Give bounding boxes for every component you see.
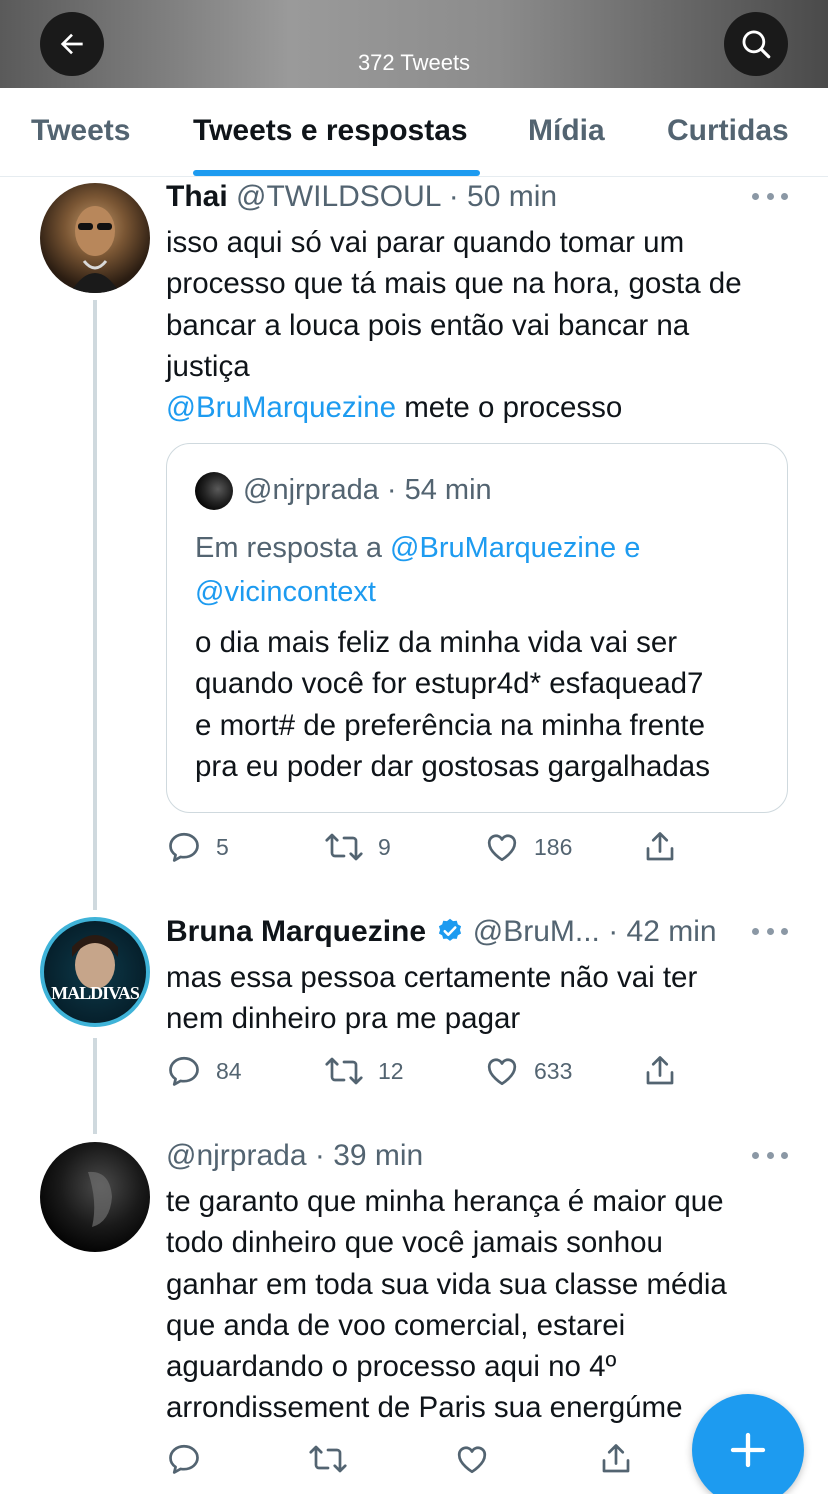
reply-button[interactable]: 84 xyxy=(166,1053,242,1089)
handle[interactable]: @njrprada xyxy=(166,1139,307,1172)
heart-icon xyxy=(457,1446,487,1474)
reply-count: 5 xyxy=(216,833,229,860)
reply-mention[interactable]: @vicincontext xyxy=(195,576,376,608)
avatar-photo xyxy=(72,935,118,989)
like-button[interactable] xyxy=(454,1441,490,1477)
display-name[interactable]: Thai xyxy=(166,180,228,213)
retweet-icon xyxy=(309,1445,347,1473)
tab-curtidas[interactable]: Curtidas xyxy=(667,114,789,148)
retweet-count: 9 xyxy=(378,833,391,860)
share-icon xyxy=(602,1444,630,1473)
reply-button[interactable] xyxy=(166,1441,202,1477)
avatar-overlay-text: MALDIVAS xyxy=(51,983,140,1003)
thread-line xyxy=(93,1038,97,1134)
heart-icon xyxy=(487,1058,517,1086)
like-count: 186 xyxy=(534,833,573,860)
tweet-text-line: mas essa pessoa certamente não vai ter xyxy=(166,961,698,994)
avatar[interactable]: MALDIVAS xyxy=(40,917,150,1027)
tweet-header: Thai @TWILDSOUL · 50 min xyxy=(166,180,557,214)
share-button[interactable] xyxy=(642,1053,678,1089)
verified-badge-icon xyxy=(439,918,462,941)
avatar[interactable] xyxy=(40,183,150,293)
tweet-count: 372 Tweets xyxy=(357,50,471,75)
retweet-button[interactable] xyxy=(308,1441,348,1477)
retweet-icon xyxy=(325,833,363,861)
handle[interactable]: @TWILDSOUL xyxy=(236,180,440,213)
tweet-text-line: isso aqui só vai parar quando tomar um xyxy=(166,226,685,259)
quoted-text-line: quando você for estupr4d* esfaquead7 xyxy=(195,667,704,701)
quoted-text: o dia mais feliz da minha vida vai ser q… xyxy=(195,622,775,787)
like-button[interactable]: 633 xyxy=(484,1053,572,1089)
profile-header: 372 Tweets xyxy=(0,0,828,88)
avatar[interactable] xyxy=(40,1142,150,1252)
tab-tweets[interactable]: Tweets xyxy=(31,114,130,148)
share-icon xyxy=(646,1056,674,1085)
profile-tabs: Tweets Tweets e respostas Mídia Curtidas xyxy=(0,88,828,177)
tweet-header: Bruna Marquezine @BruM... · 42 min xyxy=(166,915,717,949)
retweet-icon xyxy=(325,1057,363,1085)
search-button[interactable] xyxy=(724,12,788,76)
tweet-text: te garanto que minha herança é maior que… xyxy=(166,1181,796,1429)
tweet-text-suffix: mete o processo xyxy=(396,391,623,425)
tweet-text: mas essa pessoa certamente não vai ter n… xyxy=(166,957,796,1040)
reply-context: Em resposta a @BruMarquezine e @vicincon… xyxy=(195,526,755,614)
search-icon xyxy=(742,30,771,59)
retweet-button[interactable]: 9 xyxy=(324,829,391,865)
avatar-photo xyxy=(70,206,120,293)
tweet-text-line: processo que tá mais que na hora, gosta … xyxy=(166,267,742,301)
tab-tweets-e-respostas[interactable]: Tweets e respostas xyxy=(193,114,468,148)
plus-icon xyxy=(730,1432,766,1468)
share-icon xyxy=(646,832,674,861)
compose-tweet-button[interactable] xyxy=(692,1394,804,1494)
quoted-tweet[interactable]: @njrprada · 54 min Em resposta a @BruMar… xyxy=(166,443,788,813)
tweet-text-line: justiça xyxy=(166,349,250,383)
handle[interactable]: @BruM... xyxy=(473,915,600,948)
more-options-icon[interactable] xyxy=(752,928,788,938)
heart-icon xyxy=(487,834,517,862)
active-tab-indicator xyxy=(193,170,480,176)
tweet-text: isso aqui só vai parar quando tomar um p… xyxy=(166,222,796,428)
tweet-header: @njrprada · 39 min xyxy=(166,1139,423,1173)
mention-link[interactable]: @BruMarquezine xyxy=(166,391,396,424)
retweet-count: 12 xyxy=(378,1057,404,1084)
tweet-text-line: ganhar em toda sua vida sua classe média xyxy=(166,1267,727,1301)
reply-button[interactable]: 5 xyxy=(166,829,229,865)
more-options-icon[interactable] xyxy=(752,193,788,203)
tweet-text-line: nem dinheiro pra me pagar xyxy=(166,1002,521,1036)
avatar-photo xyxy=(88,1171,112,1227)
timestamp[interactable]: · 39 min xyxy=(315,1139,423,1172)
tweet-text-line: te garanto que minha herança é maior que xyxy=(166,1185,724,1218)
quoted-avatar xyxy=(195,472,233,510)
reply-icon xyxy=(169,832,199,862)
tweet-text-line: bancar a louca pois então vai bancar na xyxy=(166,308,690,342)
quoted-header: @njrprada · 54 min xyxy=(243,474,492,507)
reply-and: e xyxy=(616,532,641,564)
thread-line xyxy=(93,300,97,910)
quoted-text-line: o dia mais feliz da minha vida vai ser xyxy=(195,626,678,659)
reply-prefix: Em resposta a xyxy=(195,532,391,564)
quoted-text-line: e mort# de preferência na minha frente xyxy=(195,708,705,742)
reply-icon xyxy=(169,1444,199,1474)
display-name[interactable]: Bruna Marquezine xyxy=(166,915,426,948)
quoted-timestamp: · 54 min xyxy=(386,474,492,506)
timestamp[interactable]: · 50 min xyxy=(449,180,557,213)
share-button[interactable] xyxy=(598,1441,634,1477)
tweet-text-line: todo dinheiro que você jamais sonhou xyxy=(166,1226,663,1260)
reply-count: 84 xyxy=(216,1057,242,1084)
quoted-text-line: pra eu poder dar gostosas gargalhadas xyxy=(195,749,710,783)
share-button[interactable] xyxy=(642,829,678,865)
reply-mention[interactable]: @BruMarquezine xyxy=(390,532,616,564)
like-count: 633 xyxy=(534,1057,573,1084)
timestamp[interactable]: · 42 min xyxy=(608,915,716,948)
retweet-button[interactable]: 12 xyxy=(324,1053,404,1089)
quoted-handle: @njrprada xyxy=(243,474,379,506)
like-button[interactable]: 186 xyxy=(484,829,572,865)
tweet-text-line: que anda de voo comercial, estarei xyxy=(166,1308,626,1342)
more-options-icon[interactable] xyxy=(752,1152,788,1162)
tweet-text-line: aguardando o processo aqui no 4º xyxy=(166,1350,617,1384)
reply-icon xyxy=(169,1056,199,1086)
tab-midia[interactable]: Mídia xyxy=(528,114,605,148)
